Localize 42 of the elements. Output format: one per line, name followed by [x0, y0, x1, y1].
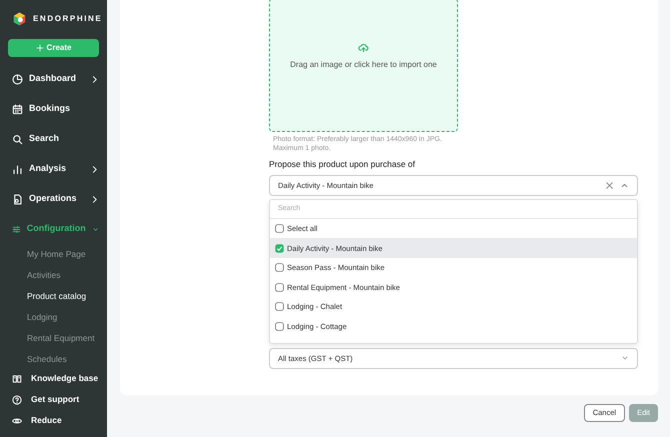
- sidebar-link[interactable]: Get support: [8, 389, 99, 410]
- brand-name: ENDORPHINE: [33, 13, 102, 25]
- nav-item[interactable]: Bookings: [8, 94, 99, 124]
- calendar-icon: [12, 104, 23, 114]
- sidebar-link[interactable]: Knowledge base: [8, 368, 99, 389]
- nav-subitem[interactable]: Activities: [8, 265, 99, 286]
- nav-item[interactable]: Dashboard: [8, 64, 99, 94]
- eye-icon: [12, 416, 22, 426]
- clear-icon: [605, 180, 614, 190]
- nav-item[interactable]: Operations: [8, 184, 99, 214]
- document-icon: [12, 194, 23, 204]
- book-icon: [12, 374, 22, 384]
- logo-icon: [13, 12, 26, 26]
- checkbox[interactable]: [275, 322, 284, 332]
- upload-cloud-icon: [358, 42, 369, 52]
- nav-subitem[interactable]: Schedules: [8, 349, 99, 368]
- help-circle-icon: [12, 394, 22, 404]
- pie-chart-icon: [12, 74, 23, 84]
- nav-item[interactable]: Configuration: [8, 214, 99, 244]
- bar-chart-icon: [12, 164, 23, 174]
- nav-subitem[interactable]: My Home Page: [8, 244, 99, 265]
- checkbox[interactable]: [275, 282, 284, 292]
- sidebar-link[interactable]: Reduce: [8, 410, 99, 431]
- nav-item[interactable]: Search: [8, 124, 99, 154]
- nav-item[interactable]: Analysis: [8, 154, 99, 184]
- chevron-down-icon: [621, 354, 629, 362]
- image-dropzone[interactable]: Drag an image or click here to import one: [269, 0, 458, 132]
- chevron-right-icon: [90, 74, 99, 84]
- checkbox[interactable]: [275, 244, 284, 253]
- search-icon: [12, 134, 23, 144]
- nav-subitem[interactable]: Rental Equipment: [8, 328, 99, 349]
- chevron-right-icon: [90, 194, 99, 204]
- upload-prompt: Drag an image or click here to import one: [290, 58, 437, 70]
- plus-icon: [36, 44, 44, 52]
- checkbox[interactable]: [275, 224, 284, 234]
- checkbox[interactable]: [275, 263, 284, 272]
- chevron-right-icon: [90, 164, 99, 174]
- checkbox[interactable]: [275, 302, 284, 312]
- nav-subitem[interactable]: Lodging: [8, 307, 99, 328]
- field-label: Propose this product upon purchase of: [269, 158, 416, 171]
- nav-subitem[interactable]: Product catalog: [8, 286, 99, 307]
- sliders-icon: [12, 224, 21, 234]
